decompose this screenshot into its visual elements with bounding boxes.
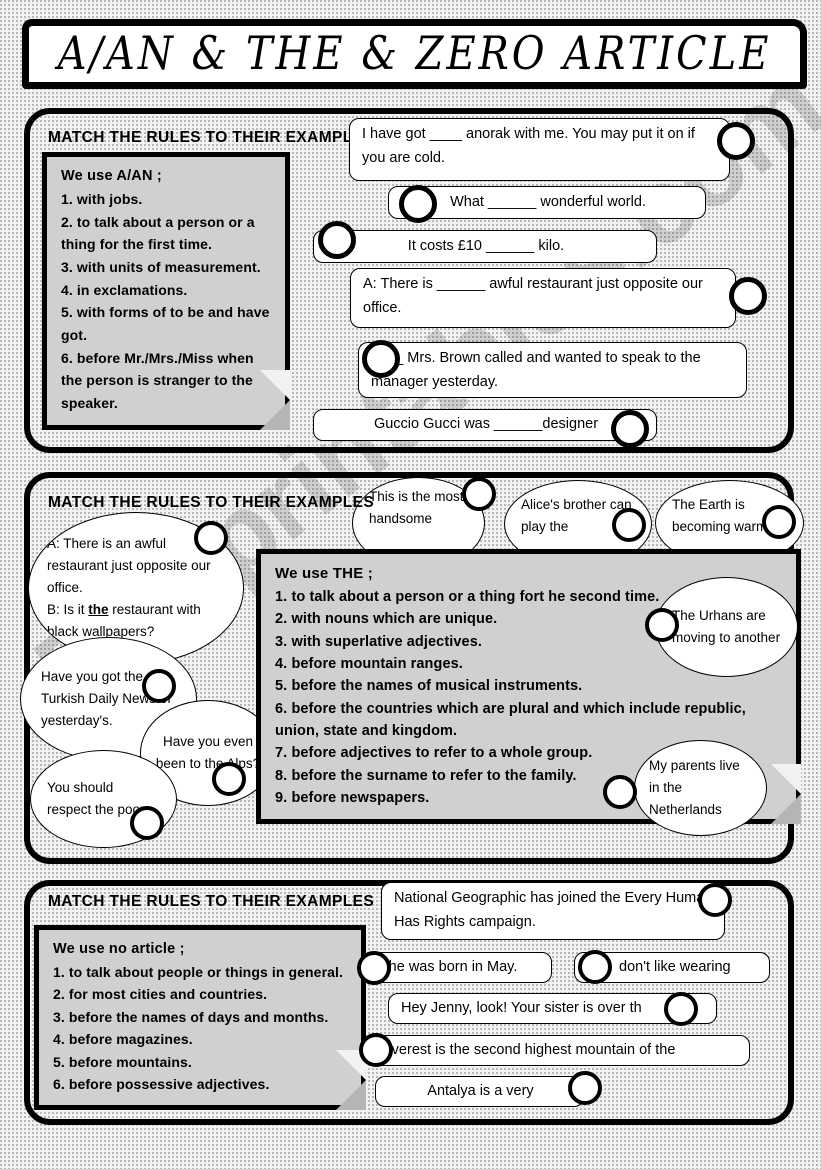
example-box[interactable]: Everest is the second highest mountain o… [369, 1035, 750, 1066]
example-ellipse[interactable]: My parents live in the Netherlands [634, 740, 767, 836]
example-text: A: There is ______ awful restaurant just… [363, 276, 703, 316]
example-box[interactable]: It costs £10 ______ kilo. [313, 230, 657, 263]
answer-circle[interactable] [359, 1033, 393, 1067]
example-box[interactable]: I have got ____ anorak with me. You may … [349, 118, 730, 181]
rule-item: before the countries which are plural an… [275, 700, 746, 739]
example-box[interactable]: ____ Mrs. Brown called and wanted to spe… [358, 342, 747, 398]
rule-item: before the names of musical instruments. [291, 678, 583, 695]
section-heading-zero-article: MATCH THE RULES TO THEIR EXAMPLES [48, 893, 375, 910]
rules-note-a-an: We use A/AN ; with jobs. to talk about a… [42, 152, 290, 430]
section-heading-the: MATCH THE RULES TO THEIR EXAMPLES [48, 494, 375, 511]
page-title: A/AN & THE & ZERO ARTICLE [57, 27, 772, 81]
answer-circle[interactable] [612, 508, 646, 542]
example-box[interactable]: She was born in May. [366, 952, 552, 983]
answer-circle[interactable] [462, 477, 496, 511]
answer-circle[interactable] [645, 608, 679, 642]
answer-circle[interactable] [362, 340, 400, 378]
rules-note-zero-article: We use no article ; to talk about people… [34, 925, 366, 1111]
rule-item: with jobs. [76, 191, 143, 207]
example-text-b: B: Is it the restaurant with black wallp… [47, 601, 201, 639]
rule-item: before magazines. [68, 1031, 193, 1048]
rule-item: before possessive adjectives. [68, 1075, 270, 1092]
answer-circle[interactable] [142, 669, 176, 703]
answer-circle[interactable] [611, 410, 649, 448]
answer-circle[interactable] [698, 883, 732, 917]
answer-circle[interactable] [729, 277, 767, 315]
answer-circle[interactable] [762, 505, 796, 539]
answer-circle[interactable] [194, 521, 228, 555]
answer-circle[interactable] [664, 992, 698, 1026]
rule-item: with units of measurement. [76, 259, 261, 276]
rule-item: in exclamations. [76, 281, 188, 298]
example-box[interactable]: Guccio Gucci was ______designer [313, 409, 657, 441]
rule-item: before Mr./Mrs./Miss when the person is … [61, 349, 254, 412]
rules-title-zero-article: We use no article ; [53, 941, 185, 957]
rule-item: for most cities and countries. [68, 986, 268, 1003]
answer-circle[interactable] [568, 1071, 602, 1105]
example-box[interactable]: A: There is ______ awful restaurant just… [350, 268, 736, 328]
rule-item: to talk about people or things in genera… [68, 964, 343, 980]
answer-circle[interactable] [717, 122, 755, 160]
answer-circle[interactable] [130, 806, 164, 840]
example-box[interactable]: National Geographic has joined the Every… [381, 882, 725, 940]
answer-circle[interactable] [578, 950, 612, 984]
folded-corner [771, 764, 801, 825]
rule-item: before the names of days and months. [68, 1008, 329, 1025]
answer-circle[interactable] [399, 185, 437, 223]
section-heading-a-an: MATCH THE RULES TO THEIR EXAMPLES [48, 129, 375, 146]
rules-title-a-an: We use A/AN ; [61, 168, 162, 184]
folded-corner [336, 1050, 366, 1111]
rule-item: to talk about a person or a thing for th… [61, 213, 255, 253]
folded-corner [260, 369, 290, 430]
example-box[interactable]: Antalya is a very [375, 1076, 584, 1107]
rules-list-zero-article: to talk about people or things in genera… [53, 961, 349, 1095]
rules-list-a-an: with jobs. to talk about a person or a t… [61, 188, 273, 415]
rule-item: before mountains. [68, 1053, 192, 1070]
rule-item: with forms of to be and have got. [61, 304, 270, 344]
answer-circle[interactable] [318, 221, 356, 259]
page-title-bar: A/AN & THE & ZERO ARTICLE [22, 19, 807, 89]
answer-circle[interactable] [357, 951, 391, 985]
answer-circle[interactable] [212, 762, 246, 796]
answer-circle[interactable] [603, 775, 637, 809]
